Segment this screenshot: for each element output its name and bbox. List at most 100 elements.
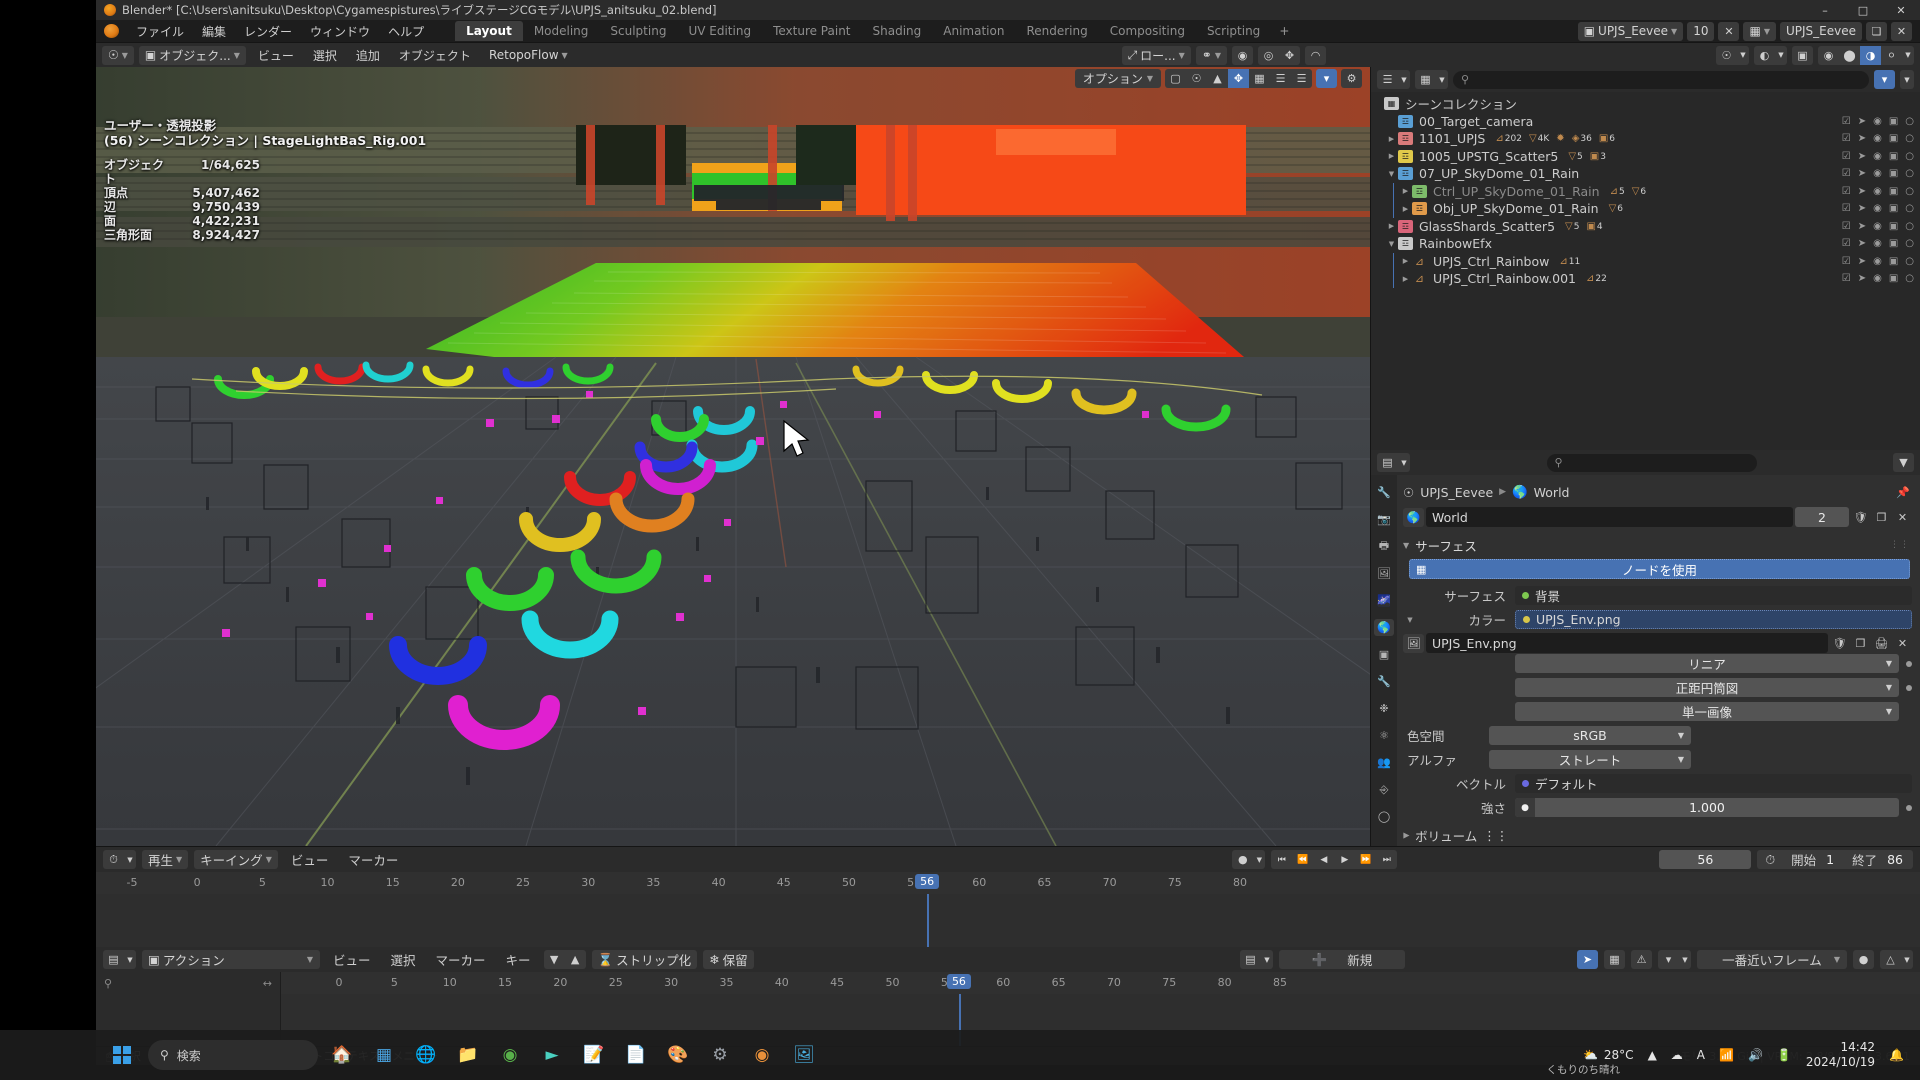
tab-object[interactable]: ▣ <box>1374 646 1394 663</box>
dopesheet-select-menu[interactable]: 選択 <box>384 948 423 971</box>
checkbox-icon[interactable]: ☑ <box>1842 151 1851 162</box>
timeline-keying-menu[interactable]: キーイング ▼ <box>194 850 278 869</box>
interaction-mode-selector[interactable]: ▣ オブジェク... ▼ <box>138 45 246 65</box>
chevron-down-icon[interactable]: ▼ <box>1900 70 1914 89</box>
outliner-row[interactable]: ▶ ☲ 1101_UPJS ⊿ 202 ▽ 4K ✹ ◈ 36 ▣ 6 ☑ ➤ ◉ ▣ ○ <box>1371 130 1920 148</box>
transform-orientation-selector[interactable]: ⤢ ロー... ▼ <box>1121 45 1191 65</box>
eye-icon[interactable]: ◉ <box>1873 203 1882 214</box>
taskbar-chrome-icon[interactable]: ◉ <box>492 1037 528 1073</box>
world-browse-icon[interactable]: 🌎 <box>1403 507 1424 527</box>
eye-icon[interactable]: ◉ <box>1873 186 1882 197</box>
viewlayer-remove-button[interactable]: ✕ <box>1891 21 1912 41</box>
outliner-row[interactable]: ▶ ☲ 1005_UPSTG_Scatter5 ▽ 5 ▣ 3 ☑ ➤ ◉ ▣ ○ <box>1371 148 1920 166</box>
vector-value-field[interactable]: デフォルト <box>1515 774 1912 793</box>
play-reverse-button[interactable]: ◀ <box>1313 855 1334 865</box>
tab-material[interactable]: ◯ <box>1374 808 1394 825</box>
dopesheet-view-menu[interactable]: ビュー <box>326 948 378 971</box>
start-button[interactable] <box>104 1037 140 1073</box>
3d-viewport[interactable]: オプション ▼ ▢ ☉ ▲ ✥ ▦ ☰ ☰ ▾ ⚙ ユーザー・透視投影 (56)… <box>96 67 1370 846</box>
viewport-disable-icon[interactable]: ○ <box>1905 133 1914 144</box>
tab-view-layer[interactable]: 🖼 <box>1374 565 1394 582</box>
smooth-falloff-icon[interactable]: △ <box>1880 950 1901 969</box>
surface-row-value-field[interactable]: 背景 <box>1515 586 1912 605</box>
shield-fake-user-icon[interactable]: 🛡 <box>1830 633 1849 653</box>
pack-image-icon[interactable]: 🖨 <box>1872 633 1891 653</box>
image-name-input[interactable]: UPJS_Env.png <box>1426 633 1828 653</box>
dopesheet-marker-menu[interactable]: マーカー <box>429 948 493 971</box>
outliner-tree[interactable]: ▦ シーンコレクション ☲ 00_Target_camera ☑ ➤ ◉ ▣ ○ ▶ ☲ 1101… <box>1371 92 1920 450</box>
tab-shading[interactable]: Shading <box>862 21 933 41</box>
show-errors-icon[interactable]: ⚠ <box>1631 950 1652 969</box>
checkbox-icon[interactable]: ☑ <box>1842 221 1851 232</box>
viewport-disable-icon[interactable]: ○ <box>1905 116 1914 127</box>
viewport-menu-select[interactable]: 選択 <box>306 45 344 66</box>
new-action-button[interactable]: ➕ 新規 <box>1279 950 1405 969</box>
view-layer-icon[interactable]: ▦ <box>1415 70 1436 89</box>
source-dropdown[interactable]: 単一画像 ▼ <box>1515 702 1899 721</box>
disclosure-triangle[interactable]: ▼ <box>1403 616 1417 624</box>
cursor-select-icon[interactable]: ➤ <box>1858 238 1866 249</box>
menu-render[interactable]: レンダー <box>235 21 301 42</box>
timeline-icon[interactable]: ⏱ <box>103 850 124 869</box>
tab-constraints[interactable]: 👥 <box>1374 754 1394 771</box>
disclosure-triangle[interactable]: ▶ <box>1385 135 1398 143</box>
checkbox-icon[interactable]: ☑ <box>1842 133 1851 144</box>
camera-render-icon[interactable]: ▣ <box>1889 238 1898 249</box>
scene-remove-button[interactable]: ✕ <box>1718 21 1740 41</box>
tab-data[interactable]: ⎆ <box>1374 781 1394 798</box>
viewport-options-menu[interactable]: オプション ▼ <box>1074 68 1161 88</box>
current-frame-field[interactable]: 56 <box>1659 850 1752 869</box>
cursor-select-icon[interactable]: ➤ <box>1858 256 1866 267</box>
outliner-row[interactable]: ▼ ☲ RainbowEfx ☑ ➤ ◉ ▣ ○ <box>1371 235 1920 253</box>
chevron-down-icon[interactable]: ▼ <box>1261 950 1273 969</box>
strength-slider[interactable]: ● 1.000 <box>1515 798 1899 817</box>
chevron-down-icon[interactable]: ▼ <box>1775 46 1787 65</box>
eye-icon[interactable]: ◉ <box>1873 221 1882 232</box>
animate-property-dot[interactable] <box>1906 804 1912 811</box>
outliner-row[interactable]: ▶ ☲ Ctrl_UP_SkyDome_01_Rain ⊿ 5 ▽ 6 ☑ ➤ ◉ ▣ ○ <box>1371 182 1920 200</box>
checkbox-icon[interactable]: ☑ <box>1842 256 1851 267</box>
taskbar-paint-icon[interactable]: 🎨 <box>660 1037 696 1073</box>
eye-icon[interactable]: ◉ <box>1873 151 1882 162</box>
menu-file[interactable]: ファイル <box>127 21 193 42</box>
tab-output[interactable]: 🖶 <box>1374 538 1394 555</box>
chevron-down-icon[interactable]: ▼ <box>1679 950 1691 969</box>
scene-selector[interactable]: ▣ UPJS_Eevee ▼ <box>1577 21 1684 41</box>
tab-add[interactable]: + <box>1271 21 1297 41</box>
world-name-input[interactable]: World <box>1426 507 1793 527</box>
taskbar-explorer-icon[interactable]: ▦ <box>366 1037 402 1073</box>
outliner-root-row[interactable]: ▦ シーンコレクション <box>1371 95 1920 113</box>
viewport-menu-view[interactable]: ビュー <box>251 45 301 66</box>
taskbar-word-icon[interactable]: 📄 <box>618 1037 654 1073</box>
shield-fake-user-icon[interactable]: 🛡 <box>1851 507 1870 527</box>
outliner-icon[interactable]: ☰ <box>1377 70 1398 89</box>
play-button[interactable]: ▶ <box>1334 855 1355 865</box>
tray-battery-icon[interactable]: 🔋 <box>1777 1048 1792 1062</box>
checkbox-icon[interactable]: ☑ <box>1842 116 1851 127</box>
viewport-disable-icon[interactable]: ○ <box>1905 238 1914 249</box>
taskbar-notepad-icon[interactable]: 📝 <box>576 1037 612 1073</box>
tab-rendering[interactable]: Rendering <box>1015 21 1098 41</box>
eye-icon[interactable]: ◉ <box>1873 168 1882 179</box>
tab-world[interactable]: 🌎 <box>1374 619 1394 636</box>
filter-icon[interactable]: ▾ <box>1316 68 1337 88</box>
eye-icon[interactable]: ◉ <box>1873 256 1882 267</box>
material-preview-shading-icon[interactable]: ◑ <box>1860 45 1881 65</box>
chevron-down-icon[interactable]: ▼ <box>124 950 136 969</box>
viewport-disable-icon[interactable]: ○ <box>1905 203 1914 214</box>
jump-to-end-button[interactable]: ⏭ <box>1376 855 1397 865</box>
proportional-edit-toggle[interactable]: ◉ <box>1232 45 1253 65</box>
menu-help[interactable]: ヘルプ <box>379 21 433 42</box>
timeline-view-menu[interactable]: ビュー <box>284 848 336 871</box>
chevron-down-icon[interactable]: ▼ <box>1901 950 1913 969</box>
viewlayer-selector[interactable]: ▦ ▼ <box>1743 21 1776 41</box>
outliner-search-input[interactable]: ⚲ <box>1453 70 1869 89</box>
weather-widget[interactable]: ⛅ 28°C <box>1583 1048 1634 1062</box>
list-alt-icon[interactable]: ☰ <box>1291 69 1312 88</box>
push-down-icon[interactable]: ▼ <box>544 950 565 969</box>
cursor-select-icon[interactable]: ➤ <box>1858 151 1866 162</box>
cursor-select-icon[interactable]: ➤ <box>1858 273 1866 284</box>
taskbar-search-input[interactable]: ⚲ 検索 <box>148 1040 318 1070</box>
record-icon[interactable]: ● <box>1232 850 1253 869</box>
gizmo-toggle-icon[interactable]: ☉ <box>1716 46 1737 65</box>
